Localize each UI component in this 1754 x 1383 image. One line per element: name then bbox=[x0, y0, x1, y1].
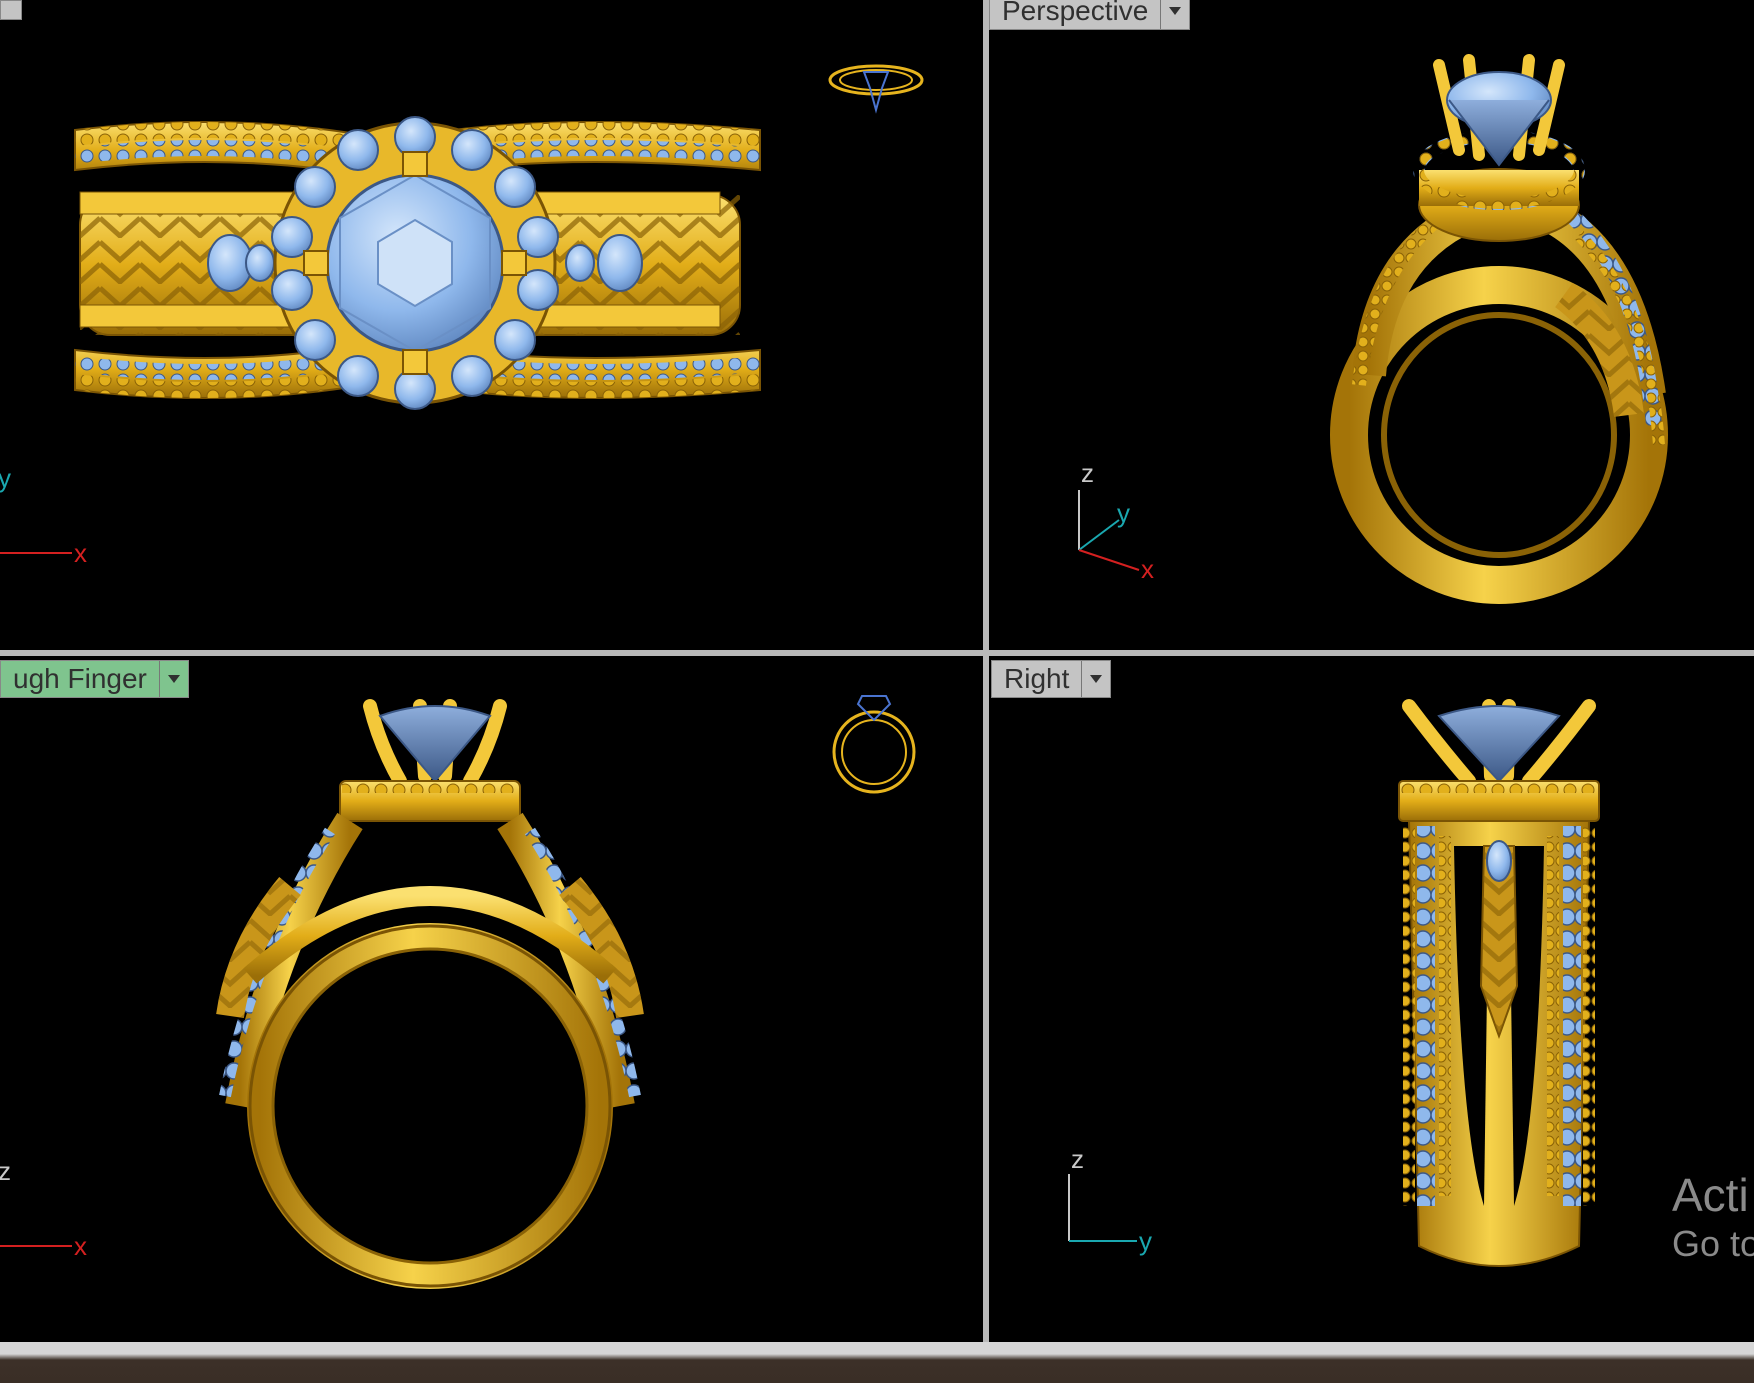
viewport-splitter-vertical[interactable] bbox=[983, 0, 989, 1342]
axis-label-x: x bbox=[1141, 554, 1154, 584]
dropdown-arrow-icon[interactable] bbox=[1160, 0, 1190, 29]
viewport-title-tab-right[interactable]: Right bbox=[991, 660, 1112, 698]
ring-model-front-view bbox=[216, 699, 644, 1289]
viewport-title-tab-perspective[interactable]: Perspective bbox=[989, 0, 1191, 30]
viewport-splitter-horizontal[interactable] bbox=[0, 650, 1754, 656]
axis-label-x: x bbox=[74, 1231, 87, 1261]
axis-label-y: y bbox=[1139, 1226, 1152, 1256]
taskbar bbox=[0, 1342, 1754, 1383]
viewport-right[interactable]: Right z y bbox=[989, 656, 1754, 1342]
viewport-title-label: ugh Finger bbox=[13, 663, 147, 694]
viewport-top[interactable]: y x bbox=[0, 0, 983, 650]
axis-label-y: y bbox=[0, 463, 11, 493]
watermark-line-1: Acti bbox=[1672, 1169, 1749, 1221]
axis-label-y: y bbox=[1117, 498, 1130, 528]
axis-gizmo-icon: y x bbox=[0, 463, 87, 568]
viewport-title-label: Right bbox=[1004, 663, 1070, 694]
axis-label-z: z bbox=[1081, 458, 1094, 488]
viewport-perspective[interactable]: Perspective z y x bbox=[989, 0, 1754, 650]
dropdown-arrow-icon[interactable] bbox=[1081, 661, 1111, 697]
watermark-line-2: Go to bbox=[1672, 1223, 1754, 1264]
axis-label-x: x bbox=[74, 538, 87, 568]
axis-gizmo-icon: z y x bbox=[1078, 458, 1154, 584]
ring-model-perspective bbox=[1330, 54, 1668, 604]
viewport-title-tab-top[interactable] bbox=[0, 0, 22, 20]
axis-gizmo-icon: z x bbox=[0, 1156, 87, 1261]
dropdown-arrow-icon[interactable] bbox=[158, 661, 188, 697]
axis-label-z: z bbox=[1071, 1144, 1084, 1174]
axis-gizmo-icon: z y bbox=[1068, 1144, 1152, 1256]
ring-model-right-view bbox=[1398, 699, 1600, 1267]
mini-preview-icon bbox=[832, 695, 916, 794]
activation-watermark: Acti Go to bbox=[1672, 1168, 1754, 1266]
ring-model-top-view bbox=[74, 116, 761, 410]
viewport-title-label: Perspective bbox=[1002, 0, 1149, 26]
viewport-title-tab-front[interactable]: ugh Finger bbox=[0, 660, 189, 698]
viewport-front[interactable]: ugh Finger z x bbox=[0, 656, 983, 1342]
axis-label-z: z bbox=[0, 1156, 11, 1186]
mini-preview-icon bbox=[828, 64, 924, 114]
